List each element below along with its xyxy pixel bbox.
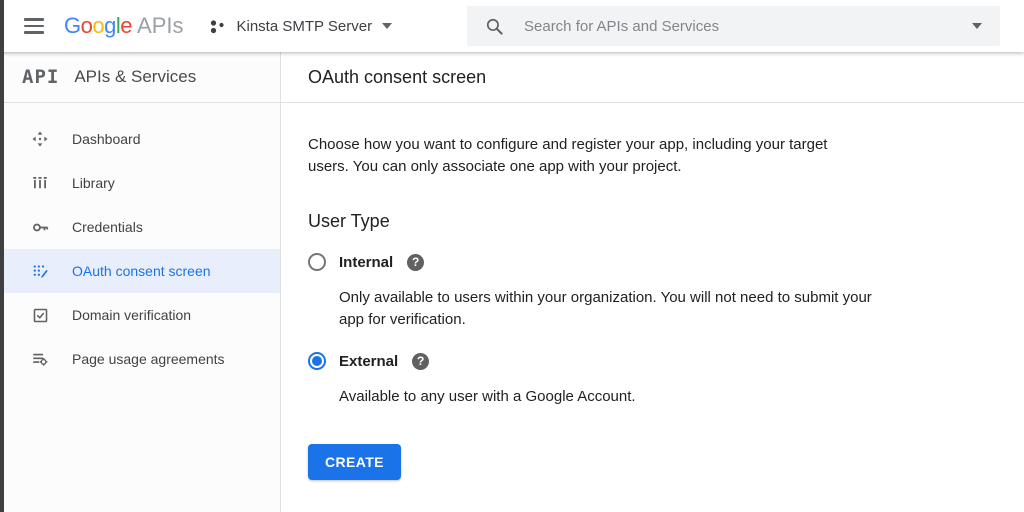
apis-logo-text: APIs (137, 13, 183, 39)
page-title: OAuth consent screen (308, 67, 486, 88)
page-usage-agreements-icon (30, 349, 50, 369)
sidebar-title: APIs & Services (74, 67, 196, 87)
external-description: Available to any user with a Google Acco… (339, 386, 874, 408)
domain-verification-icon (30, 305, 50, 325)
window-edge-strip (0, 0, 4, 512)
external-help-icon[interactable] (412, 353, 429, 370)
sidebar: API APIs & Services Dashboard (0, 52, 281, 512)
api-logo: API (22, 66, 59, 88)
internal-description: Only available to users within your orga… (339, 287, 874, 331)
project-name: Kinsta SMTP Server (236, 18, 372, 35)
search-placeholder: Search for APIs and Services (524, 18, 719, 35)
sidebar-item-dashboard[interactable]: Dashboard (4, 117, 280, 161)
sidebar-item-domain-verification[interactable]: Domain verification (4, 293, 280, 337)
search-input[interactable]: Search for APIs and Services (467, 6, 1000, 46)
main-panel: OAuth consent screen Choose how you want… (281, 52, 1024, 512)
sidebar-item-page-usage-agreements[interactable]: Page usage agreements (4, 337, 280, 381)
create-button[interactable]: CREATE (308, 444, 401, 480)
main-header: OAuth consent screen (281, 52, 1024, 103)
user-type-heading: User Type (308, 211, 1024, 232)
top-app-bar: Google APIs Kinsta SMTP Server Search fo… (0, 0, 1024, 52)
hamburger-menu-icon[interactable] (24, 18, 44, 34)
project-switcher[interactable]: Kinsta SMTP Server (209, 18, 392, 35)
internal-radio-button[interactable] (308, 253, 326, 271)
intro-text: Choose how you want to configure and reg… (308, 134, 853, 178)
internal-help-icon[interactable] (407, 254, 424, 271)
sidebar-item-credentials[interactable]: Credentials (4, 205, 280, 249)
key-icon (30, 217, 50, 237)
radio-option-internal: Internal (308, 253, 1024, 271)
radio-option-external: External (308, 352, 1024, 370)
sidebar-header: API APIs & Services (4, 52, 280, 103)
internal-radio-label[interactable]: Internal (339, 254, 393, 271)
google-logo: Google (64, 13, 132, 39)
search-dropdown-caret-icon[interactable] (972, 23, 982, 29)
oauth-consent-icon (30, 261, 50, 281)
dashboard-icon (30, 129, 50, 149)
google-apis-logo[interactable]: Google APIs (64, 13, 183, 39)
external-radio-button[interactable] (308, 352, 326, 370)
search-icon (485, 17, 504, 36)
project-icon (209, 18, 226, 35)
sidebar-item-library[interactable]: Library (4, 161, 280, 205)
sidebar-item-oauth-consent-screen[interactable]: OAuth consent screen (4, 249, 280, 293)
library-icon (30, 173, 50, 193)
project-dropdown-caret-icon (382, 23, 392, 29)
external-radio-label[interactable]: External (339, 353, 398, 370)
